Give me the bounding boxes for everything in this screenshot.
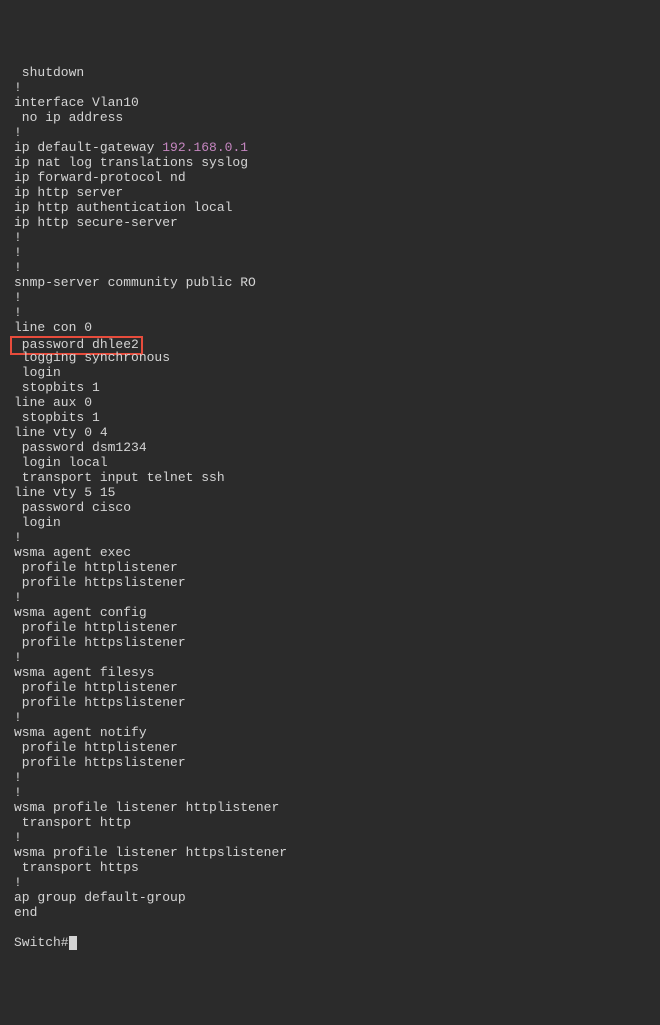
terminal-line: password dsm1234: [14, 441, 660, 456]
terminal-line: password cisco: [14, 501, 660, 516]
terminal-line: stopbits 1: [14, 411, 660, 426]
terminal-line: login: [14, 516, 660, 531]
terminal-line: ip http authentication local: [14, 201, 660, 216]
ip-address-value: 192.168.0.1: [162, 140, 248, 155]
terminal-line: no ip address: [14, 111, 660, 126]
terminal-output[interactable]: shutdown!interface Vlan10 no ip address!…: [0, 66, 660, 951]
terminal-line: wsma agent exec: [14, 546, 660, 561]
terminal-line: !: [14, 291, 660, 306]
terminal-line: profile httpslistener: [14, 636, 660, 651]
terminal-line: end: [14, 906, 660, 921]
terminal-line: ip forward-protocol nd: [14, 171, 660, 186]
terminal-line: !: [14, 306, 660, 321]
terminal-line: snmp-server community public RO: [14, 276, 660, 291]
terminal-line: login: [14, 366, 660, 381]
terminal-line: !: [14, 786, 660, 801]
terminal-line: !: [14, 126, 660, 141]
terminal-line: ip http secure-server: [14, 216, 660, 231]
terminal-line: line con 0: [14, 321, 660, 336]
terminal-line: ip nat log translations syslog: [14, 156, 660, 171]
terminal-line: wsma agent config: [14, 606, 660, 621]
terminal-line: !: [14, 81, 660, 96]
terminal-line: wsma profile listener httpslistener: [14, 846, 660, 861]
terminal-line: profile httpslistener: [14, 696, 660, 711]
terminal-line: line aux 0: [14, 396, 660, 411]
terminal-line: transport input telnet ssh: [14, 471, 660, 486]
terminal-line: ip http server: [14, 186, 660, 201]
terminal-line: ap group default-group: [14, 891, 660, 906]
terminal-line: transport http: [14, 816, 660, 831]
terminal-line: [14, 921, 660, 936]
terminal-line: wsma profile listener httplistener: [14, 801, 660, 816]
terminal-line: !: [14, 711, 660, 726]
terminal-line: profile httplistener: [14, 621, 660, 636]
terminal-line: ip default-gateway 192.168.0.1: [14, 141, 660, 156]
terminal-line: profile httplistener: [14, 561, 660, 576]
terminal-line: login local: [14, 456, 660, 471]
terminal-line: profile httplistener: [14, 741, 660, 756]
terminal-line: profile httplistener: [14, 681, 660, 696]
terminal-line: !: [14, 591, 660, 606]
terminal-line: wsma agent filesys: [14, 666, 660, 681]
terminal-line: Switch#: [14, 936, 660, 951]
terminal-cursor: [69, 936, 77, 950]
terminal-line: line vty 0 4: [14, 426, 660, 441]
terminal-line: !: [14, 246, 660, 261]
terminal-line: profile httpslistener: [14, 576, 660, 591]
terminal-line: wsma agent notify: [14, 726, 660, 741]
terminal-line: logging synchronous: [14, 351, 660, 366]
terminal-line: shutdown: [14, 66, 660, 81]
terminal-line: !: [14, 876, 660, 891]
terminal-line: profile httpslistener: [14, 756, 660, 771]
terminal-line: !: [14, 261, 660, 276]
terminal-line: transport https: [14, 861, 660, 876]
terminal-line: stopbits 1: [14, 381, 660, 396]
terminal-line: interface Vlan10: [14, 96, 660, 111]
terminal-line: line vty 5 15: [14, 486, 660, 501]
terminal-line: !: [14, 231, 660, 246]
terminal-line: !: [14, 531, 660, 546]
terminal-line: !: [14, 771, 660, 786]
terminal-line: password dhlee2: [14, 336, 660, 351]
terminal-line: !: [14, 831, 660, 846]
terminal-line: !: [14, 651, 660, 666]
